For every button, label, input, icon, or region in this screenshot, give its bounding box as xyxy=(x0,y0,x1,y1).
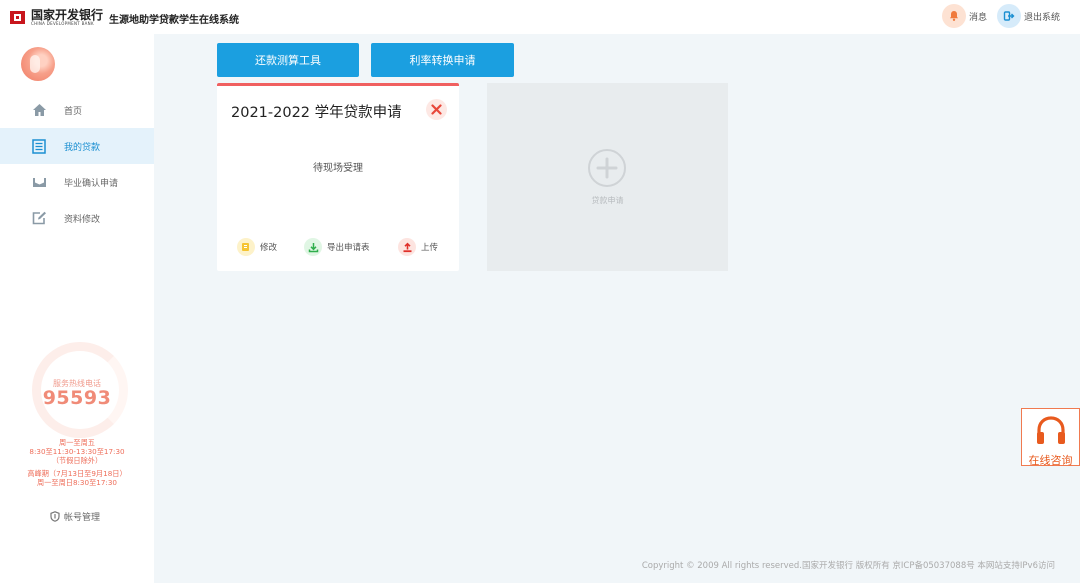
sidebar-nav: 首页 我的贷款 毕业确认申请 资料修改 xyxy=(0,92,154,236)
document-list-icon xyxy=(31,138,47,154)
repay-calculator-button[interactable]: 还款测算工具 xyxy=(217,43,359,77)
home-icon xyxy=(31,102,47,118)
download-icon xyxy=(304,238,322,256)
hotline-hours-line: 周一至周日8:30至17:30 xyxy=(37,478,117,487)
hotline-panel: 服务热线电话 95593 周一至周五 8:30至11:30-13:30至17:3… xyxy=(0,334,154,504)
sidebar-item-label: 我的贷款 xyxy=(64,142,101,153)
sidebar-item-label: 毕业确认申请 xyxy=(64,178,119,189)
edit-label: 修改 xyxy=(260,243,278,253)
bank-name-en: CHINA DEVELOPMENT BANK xyxy=(31,20,94,26)
loan-application-card: 2021-2022 学年贷款申请 待现场受理 修改 导出申请表 上传 xyxy=(217,83,459,271)
close-icon xyxy=(431,104,442,115)
hotline-hours-line: （节假日除外） xyxy=(51,456,103,465)
edit-note-icon xyxy=(237,238,255,256)
header-actions: 消息 退出系统 xyxy=(932,4,1060,28)
edit-application-button[interactable]: 修改 xyxy=(237,238,277,256)
upload-icon xyxy=(398,238,416,256)
upload-label: 上传 xyxy=(421,243,439,253)
bell-icon xyxy=(941,4,966,28)
bank-logo[interactable]: 国家开发银行 CHINA DEVELOPMENT BANK xyxy=(10,9,103,26)
sidebar-item-label: 首页 xyxy=(64,106,83,117)
footer-copyright: Copyright © 2009 All rights reserved.国家开… xyxy=(641,561,1055,571)
rate-conversion-button[interactable]: 利率转换申请 xyxy=(371,43,514,77)
upload-button[interactable]: 上传 xyxy=(398,238,438,256)
logout-label: 退出系统 xyxy=(1023,12,1060,23)
plus-icon xyxy=(588,149,626,187)
headset-icon xyxy=(1034,414,1068,454)
message-label: 消息 xyxy=(968,12,987,23)
sidebar-item-my-loans[interactable]: 我的贷款 xyxy=(0,128,154,164)
message-button[interactable]: 消息 xyxy=(941,4,987,28)
top-header: 国家开发银行 CHINA DEVELOPMENT BANK 生源地助学贷款学生在… xyxy=(0,0,1080,34)
bank-logo-icon xyxy=(10,10,25,24)
logout-icon xyxy=(996,4,1021,28)
inbox-icon xyxy=(31,174,47,190)
account-management-button[interactable]: 帐号管理 xyxy=(50,510,100,523)
add-loan-application-card[interactable]: 贷款申请 xyxy=(487,83,728,271)
account-management-label: 帐号管理 xyxy=(64,513,101,523)
logout-button[interactable]: 退出系统 xyxy=(996,4,1060,28)
bank-name-cn: 国家开发银行 xyxy=(31,7,104,22)
sidebar-item-graduation[interactable]: 毕业确认申请 xyxy=(0,164,154,200)
sidebar-item-label: 资料修改 xyxy=(64,214,101,225)
delete-application-button[interactable] xyxy=(426,99,447,120)
sidebar-item-home[interactable]: 首页 xyxy=(0,92,154,128)
export-form-button[interactable]: 导出申请表 xyxy=(304,238,370,256)
export-label: 导出申请表 xyxy=(327,243,370,253)
sidebar-item-profile-edit[interactable]: 资料修改 xyxy=(0,200,154,236)
avatar[interactable] xyxy=(21,47,55,81)
sidebar: 首页 我的贷款 毕业确认申请 资料修改 服务热线电话 95593 周一至周五 8… xyxy=(0,34,154,583)
shield-icon xyxy=(50,511,60,522)
system-title: 生源地助学贷款学生在线系统 xyxy=(109,14,240,26)
online-consult-button[interactable]: 在线咨询 xyxy=(1021,408,1080,467)
hotline-number: 95593 xyxy=(42,387,112,409)
application-status: 待现场受理 xyxy=(313,163,363,174)
online-consult-label: 在线咨询 xyxy=(1028,454,1073,467)
edit-icon xyxy=(31,210,47,226)
loan-card-title: 2021-2022 学年贷款申请 xyxy=(231,105,402,121)
add-loan-label: 贷款申请 xyxy=(591,196,624,205)
